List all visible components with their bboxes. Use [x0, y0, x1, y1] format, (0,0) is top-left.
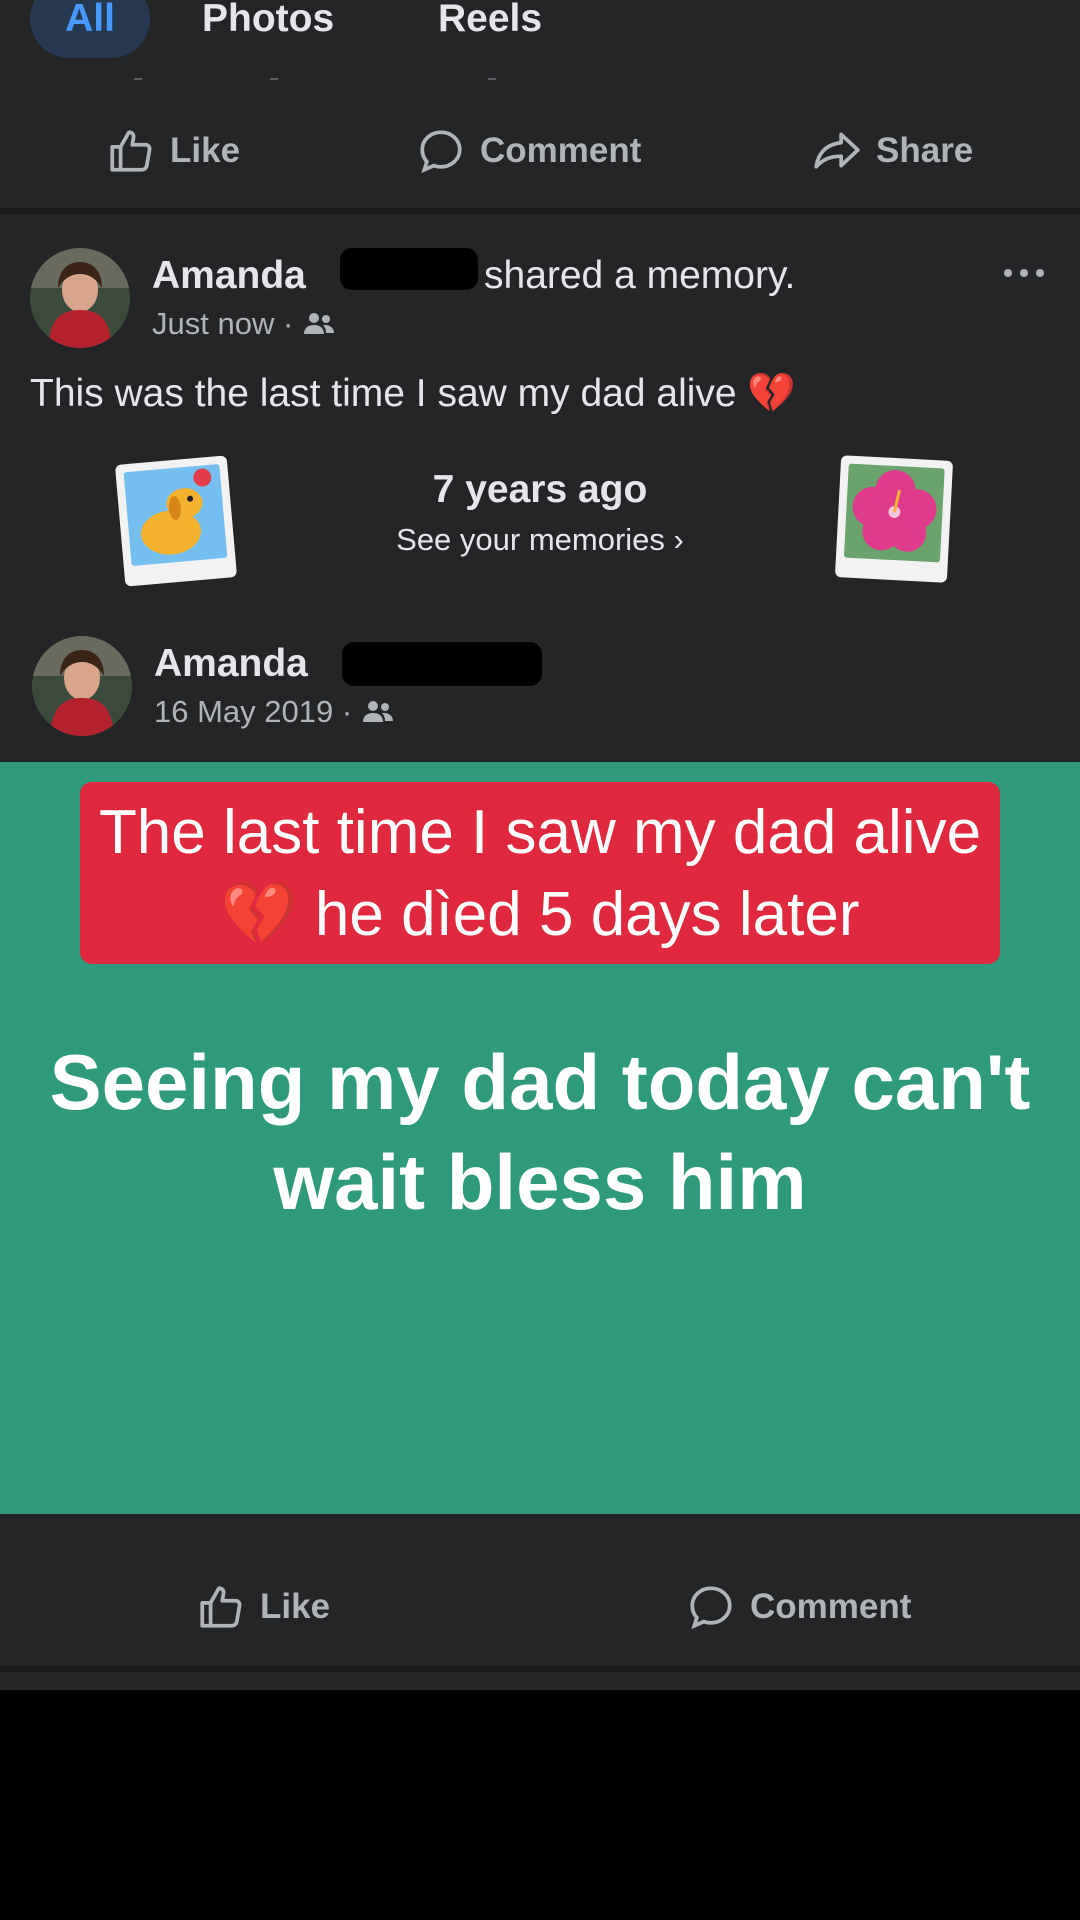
comment-label: Comment	[480, 131, 642, 170]
years-ago-label: 7 years ago	[432, 468, 648, 511]
shared-memory-text: shared a memory.	[484, 254, 796, 297]
memory-polaroid-dog	[114, 455, 238, 587]
like-label: Like	[260, 1587, 331, 1626]
original-post-avatar[interactable]	[32, 636, 132, 736]
comment-button[interactable]: Comment	[686, 1552, 911, 1662]
see-memories-link[interactable]: See your memories ›	[300, 522, 780, 558]
memory-polaroid-flower	[834, 455, 954, 583]
avatar-photo-icon	[32, 636, 132, 736]
status-post-background[interactable]: The last time I saw my dad alive 💔 he dì…	[0, 762, 1080, 1514]
avatar[interactable]	[30, 248, 130, 348]
post-separator	[0, 208, 1080, 214]
original-author-name[interactable]: Amanda	[154, 642, 308, 686]
author-name[interactable]: Amanda	[152, 254, 306, 298]
friends-audience-icon	[363, 701, 394, 722]
original-post-date: 16 May 2019 ·	[154, 694, 353, 729]
post-meta: Just now ·	[152, 306, 335, 342]
share-button[interactable]: Share	[812, 96, 973, 206]
comment-icon	[420, 130, 462, 174]
thumbs-up-icon	[110, 130, 152, 172]
post-action-bar: Like Comment Share	[0, 96, 1080, 206]
post-separator	[0, 1666, 1080, 1672]
thumbs-up-icon	[200, 1586, 242, 1628]
divider	[270, 78, 278, 80]
like-button[interactable]: Like	[106, 96, 240, 206]
red-overlay-caption: The last time I saw my dad alive 💔 he dì…	[80, 782, 1000, 964]
memory-caption: This was the last time I saw my dad aliv…	[30, 372, 796, 415]
facebook-feed: All Photos Reels Like Comment Share Aman…	[0, 0, 1080, 1690]
divider	[134, 78, 142, 80]
friends-audience-icon	[304, 313, 335, 334]
tab-all[interactable]: All	[30, 0, 150, 58]
original-post-action-bar: Like Comment	[0, 1552, 1080, 1662]
like-label: Like	[170, 131, 241, 170]
original-post-meta: 16 May 2019 ·	[154, 694, 394, 730]
share-icon	[814, 132, 860, 169]
hibiscus-icon	[843, 463, 945, 563]
comment-icon	[690, 1586, 732, 1630]
dog-icon	[123, 464, 228, 567]
like-button[interactable]: Like	[196, 1552, 330, 1662]
tab-reels[interactable]: Reels	[438, 0, 542, 58]
comment-label: Comment	[750, 1587, 912, 1626]
avatar-photo-icon	[30, 248, 130, 348]
tab-photos[interactable]: Photos	[202, 0, 334, 58]
status-post-text: Seeing my dad today can't wait bless him	[49, 1038, 1031, 1226]
share-label: Share	[876, 131, 974, 170]
divider	[488, 78, 496, 80]
comment-button[interactable]: Comment	[416, 96, 641, 206]
memory-banner[interactable]: 7 years ago See your memories ›	[300, 468, 780, 558]
filter-tabs: All Photos Reels	[0, 0, 1080, 80]
redacted-surname	[342, 642, 542, 686]
more-options-button[interactable]	[1004, 258, 1048, 288]
post-time: Just now ·	[152, 306, 294, 341]
redacted-surname	[340, 248, 478, 290]
